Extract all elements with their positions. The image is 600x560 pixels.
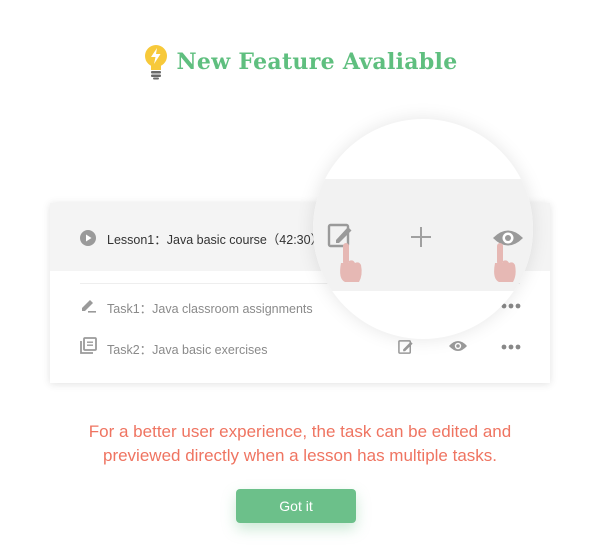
magnifier-callout xyxy=(313,119,533,339)
task-title: Task2：Java basic exercises xyxy=(107,343,268,357)
finger-tap-icon xyxy=(494,243,516,282)
more-icon[interactable] xyxy=(501,344,521,350)
dialog-title: New Feature Avaliable xyxy=(176,49,458,75)
edit-pen-icon xyxy=(82,300,96,313)
plus-icon[interactable] xyxy=(410,226,432,248)
lesson-title: Lesson1：Java basic course（42:30） xyxy=(107,233,324,247)
feature-description: For a better user experience, the task c… xyxy=(0,420,600,468)
edit-icon[interactable] xyxy=(397,338,415,355)
library-icon xyxy=(80,337,97,354)
eye-icon[interactable] xyxy=(448,339,468,353)
play-circle-icon xyxy=(80,230,96,246)
got-it-button[interactable]: Got it xyxy=(236,489,356,523)
more-icon[interactable] xyxy=(501,303,521,309)
description-line: previewed directly when a lesson has mul… xyxy=(102,446,498,465)
task-title: Task1：Java classroom assignments xyxy=(107,302,313,316)
task-row[interactable]: Task2：Java basic exercises xyxy=(50,334,550,358)
finger-tap-icon xyxy=(340,243,362,282)
dialog-header: New Feature Avaliable xyxy=(0,42,600,82)
description-line: For a better user experience, the task c… xyxy=(88,422,512,441)
lightbulb-icon xyxy=(144,45,167,80)
